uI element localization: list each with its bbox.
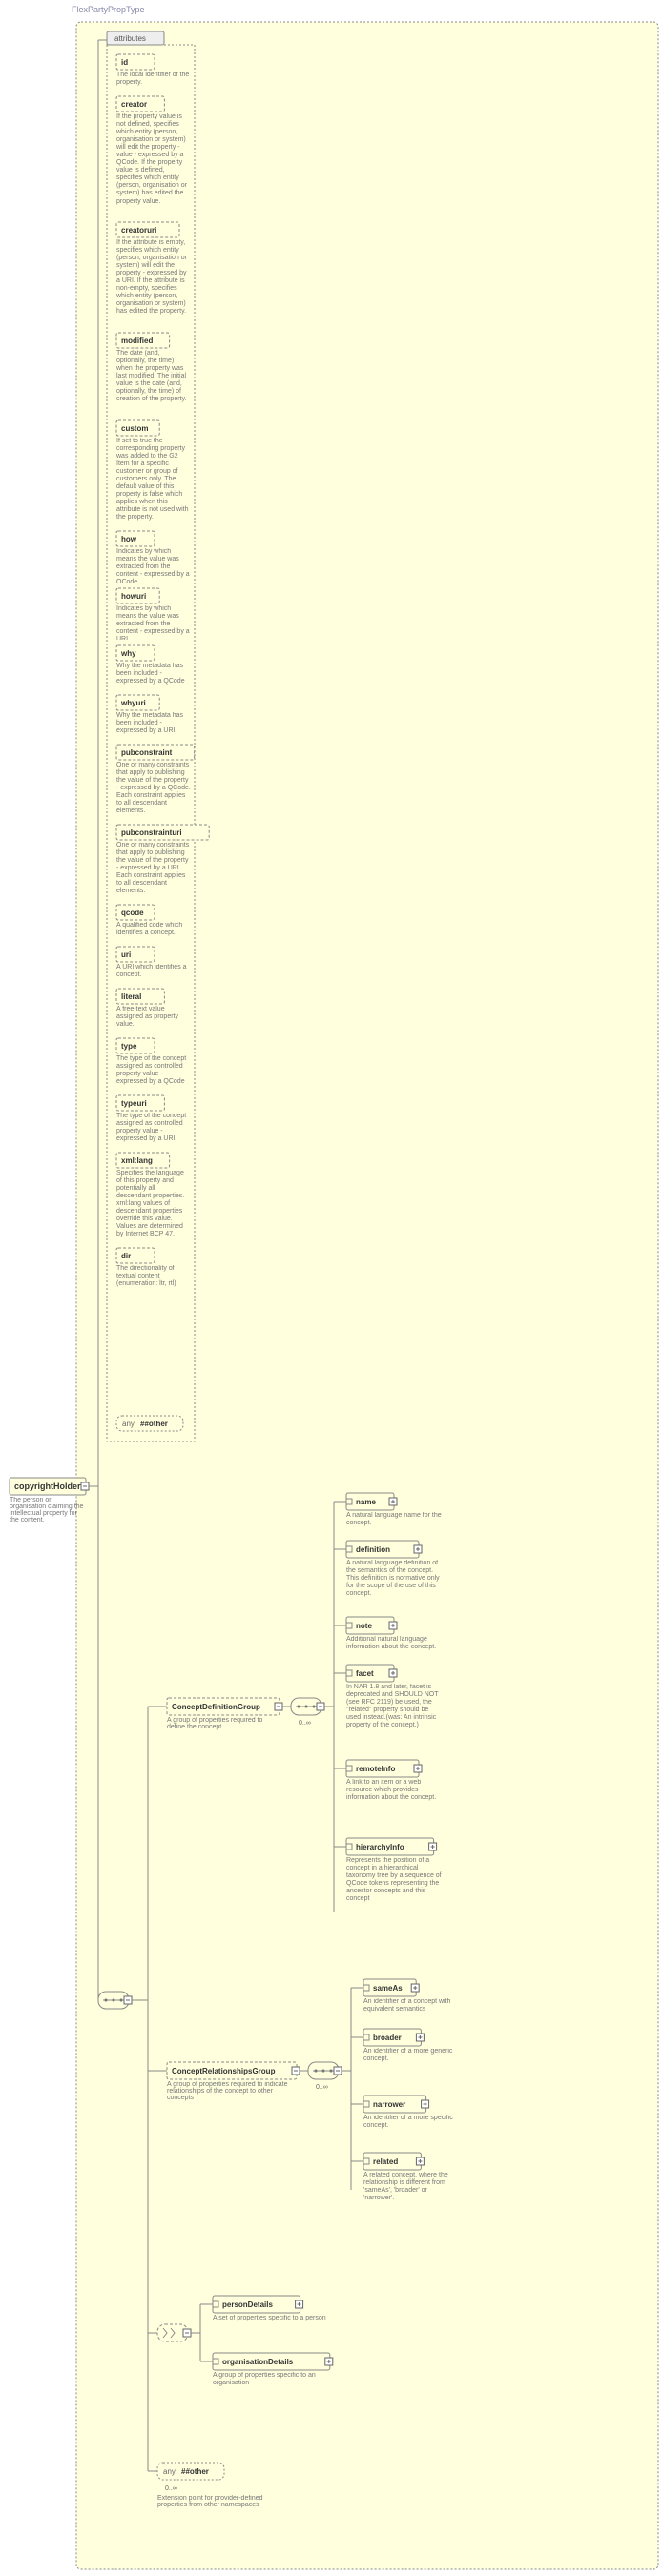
svg-text:hierarchyInfo: hierarchyInfo <box>356 1843 404 1851</box>
svg-text:xml:lang: xml:lang <box>121 1156 153 1165</box>
diagram: copyrightHolder The person or organisati… <box>5 16 663 2571</box>
svg-text:broader: broader <box>373 2034 402 2042</box>
svg-text:any: any <box>163 2467 176 2476</box>
svg-text:modified: modified <box>121 337 153 345</box>
svg-text:facet: facet <box>356 1669 374 1678</box>
svg-text:literal: literal <box>121 992 141 1001</box>
svg-text:personDetails: personDetails <box>222 2300 273 2309</box>
svg-text:narrower: narrower <box>373 2100 405 2109</box>
svg-text:##other: ##other <box>181 2467 209 2476</box>
svg-text:howuri: howuri <box>121 592 146 601</box>
svg-text:ConceptRelationshipsGroup: ConceptRelationshipsGroup <box>172 2067 276 2075</box>
svg-text:qcode: qcode <box>121 909 144 917</box>
sequence-top <box>98 1992 132 2009</box>
svg-text:sameAs: sameAs <box>373 1984 403 1993</box>
svg-text:copyrightHolder: copyrightHolder <box>14 1482 81 1491</box>
type-header: FlexPartyPropType <box>72 5 663 14</box>
svg-text:attributes: attributes <box>114 34 146 43</box>
svg-text:note: note <box>356 1622 372 1630</box>
svg-text:##other: ##other <box>140 1420 168 1428</box>
svg-text:organisationDetails: organisationDetails <box>222 2358 294 2366</box>
svg-text:how: how <box>121 535 137 543</box>
svg-text:typeuri: typeuri <box>121 1099 147 1108</box>
root-element: copyrightHolder The person or organisati… <box>10 1478 89 1535</box>
svg-text:why: why <box>120 649 136 658</box>
svg-text:type: type <box>121 1042 137 1051</box>
svg-text:creator: creator <box>121 100 147 109</box>
svg-text:0..∞: 0..∞ <box>316 2084 328 2091</box>
svg-text:whyuri: whyuri <box>120 699 146 707</box>
svg-text:any: any <box>122 1420 135 1428</box>
svg-text:definition: definition <box>356 1545 390 1554</box>
svg-text:0..∞: 0..∞ <box>299 1720 311 1727</box>
svg-text:pubconstraint: pubconstraint <box>121 748 173 757</box>
svg-text:uri: uri <box>121 951 131 959</box>
svg-text:id: id <box>121 58 128 67</box>
svg-text:related: related <box>373 2157 398 2166</box>
svg-text:remoteInfo: remoteInfo <box>356 1765 395 1773</box>
svg-text:0..∞: 0..∞ <box>165 2485 177 2492</box>
svg-text:ConceptDefinitionGroup: ConceptDefinitionGroup <box>172 1703 260 1711</box>
svg-text:pubconstrainturi: pubconstrainturi <box>121 828 182 837</box>
svg-text:custom: custom <box>121 424 148 433</box>
attr-wildcard: any ##other <box>116 1416 183 1431</box>
svg-text:creatoruri: creatoruri <box>121 226 156 235</box>
svg-text:dir: dir <box>121 1252 131 1260</box>
svg-text:name: name <box>356 1498 376 1506</box>
